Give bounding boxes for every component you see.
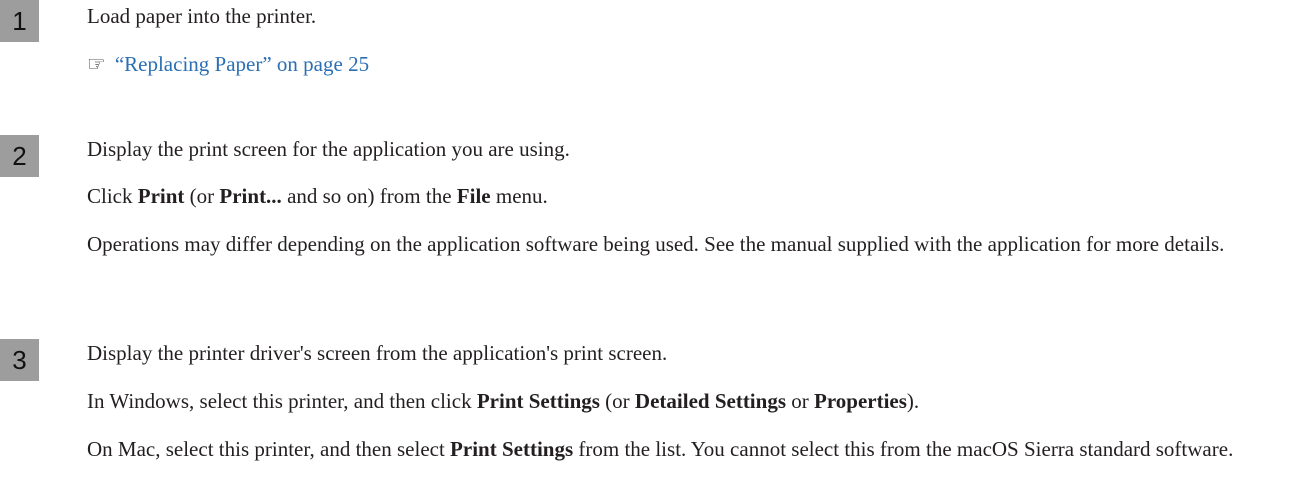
setting-term-print-settings: Print Settings [476, 389, 600, 413]
step-number-badge: 3 [0, 339, 39, 381]
step-title: Display the printer driver's screen from… [87, 341, 668, 365]
text: (or [599, 389, 635, 413]
text: or [786, 389, 814, 413]
menu-term-print: Print [137, 184, 185, 208]
text: from the list. You cannot select this fr… [573, 437, 1234, 461]
reference-arrow-icon: ☞ [87, 52, 106, 76]
setting-term-print-settings: Print Settings [450, 437, 574, 461]
step-note: Operations may differ depending on the a… [87, 232, 1225, 256]
step-instruction: In Windows, select this printer, and the… [87, 388, 1308, 415]
cross-reference: ☞ “Replacing Paper” on page 25 [87, 51, 1308, 78]
text: On Mac, select this printer, and then se… [87, 437, 451, 461]
replacing-paper-link[interactable]: “Replacing Paper” on page 25 [115, 52, 369, 76]
text: Click [87, 184, 138, 208]
menu-term-print-ellipsis: Print... [219, 184, 282, 208]
step-title: Display the print screen for the applica… [87, 137, 570, 161]
text: ). [906, 389, 920, 413]
step-instruction: On Mac, select this printer, and then se… [87, 436, 1295, 463]
text: In Windows, select this printer, and the… [87, 389, 477, 413]
text: (or [184, 184, 220, 208]
step-number-badge: 2 [0, 135, 39, 177]
menu-term-file: File [456, 184, 491, 208]
step-number-badge: 1 [0, 0, 39, 42]
text: and so on) from the [281, 184, 457, 208]
step-title: Load paper into the printer. [87, 4, 317, 28]
setting-term-properties: Properties [814, 389, 907, 413]
step-instruction: Click Print (or Print... and so on) from… [87, 183, 1308, 210]
setting-term-detailed-settings: Detailed Settings [634, 389, 786, 413]
text: menu. [490, 184, 548, 208]
